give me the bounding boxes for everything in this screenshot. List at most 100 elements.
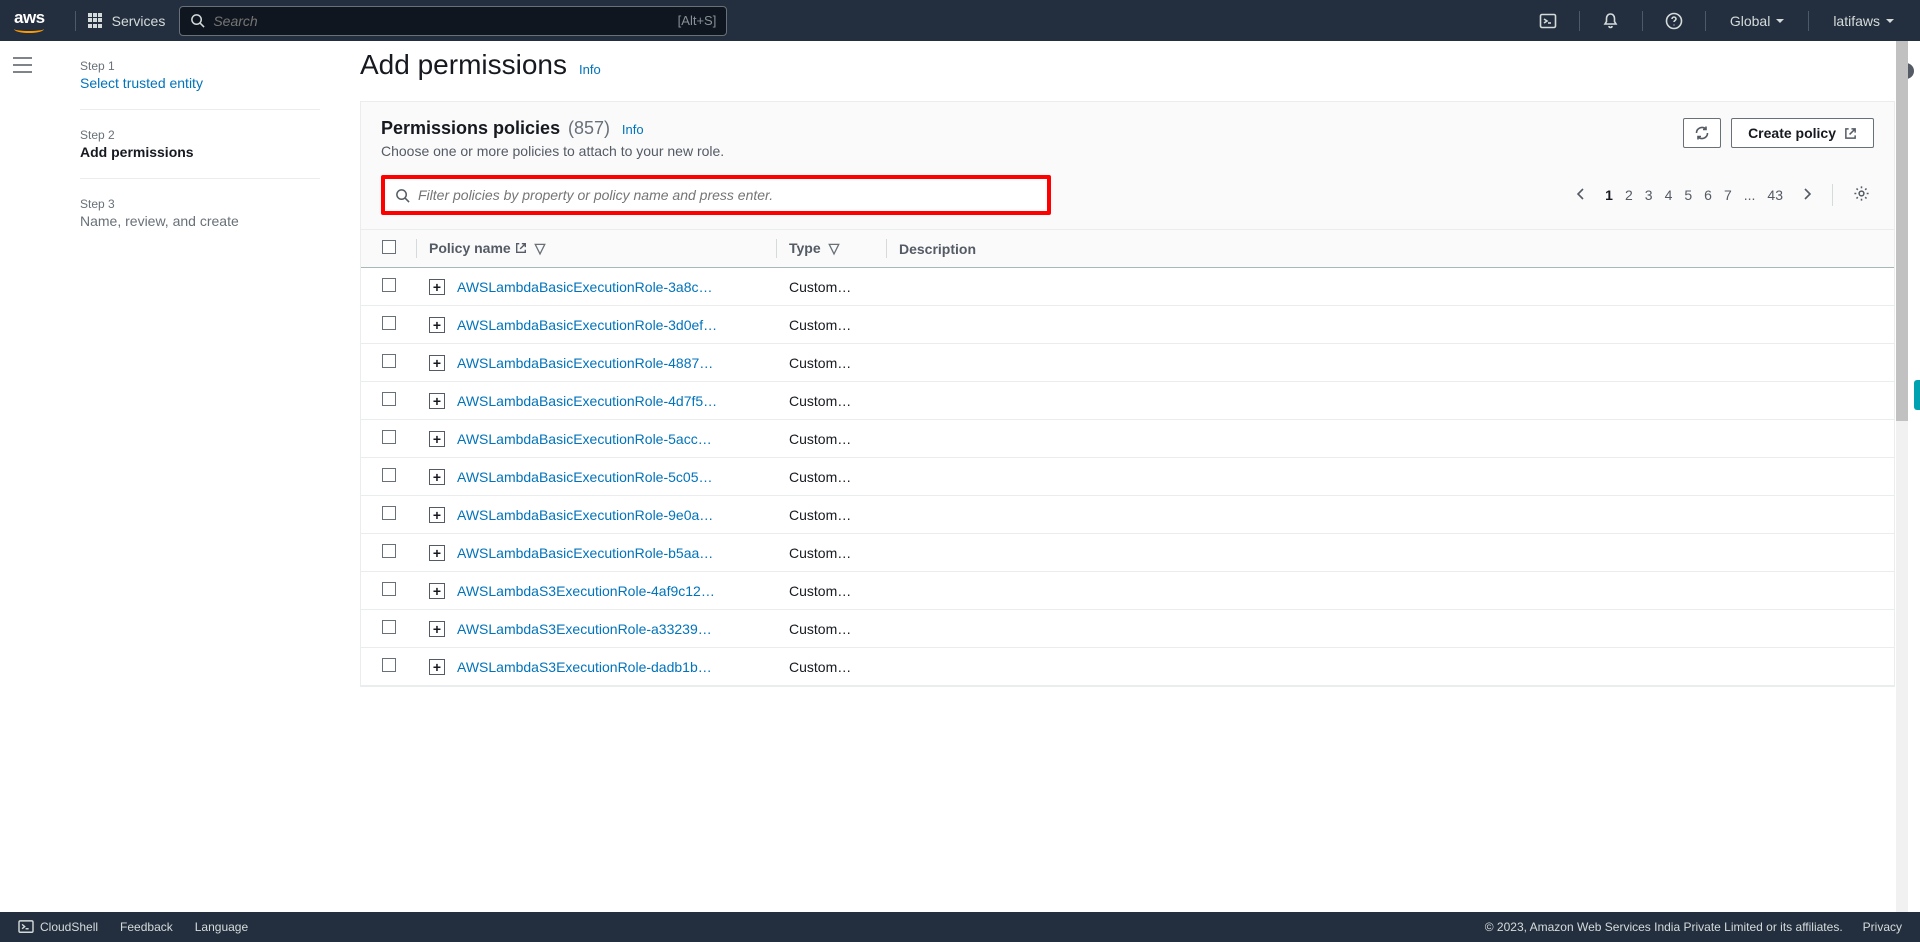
caret-down-icon — [1886, 19, 1894, 23]
policy-name-link[interactable]: AWSLambdaBasicExecutionRole-5acc… — [457, 431, 712, 447]
permissions-panel: Permissions policies (857) Info Choose o… — [360, 101, 1895, 687]
page-next[interactable] — [1799, 183, 1816, 208]
policy-name-link[interactable]: AWSLambdaBasicExecutionRole-4887… — [457, 355, 713, 371]
policy-name-link[interactable]: AWSLambdaBasicExecutionRole-4d7f5… — [457, 393, 717, 409]
page-prev[interactable] — [1572, 183, 1589, 208]
scrollbar-track[interactable] — [1896, 41, 1908, 912]
page-number[interactable]: 5 — [1678, 183, 1698, 207]
row-checkbox[interactable] — [382, 658, 396, 672]
account-menu[interactable]: latifaws — [1821, 0, 1906, 41]
info-link[interactable]: Info — [579, 62, 601, 77]
row-checkbox[interactable] — [382, 430, 396, 444]
column-policy-name[interactable]: Policy name ▽ — [417, 230, 777, 268]
policy-name-link[interactable]: AWSLambdaS3ExecutionRole-4af9c12… — [457, 583, 715, 599]
row-checkbox[interactable] — [382, 278, 396, 292]
notifications-button[interactable] — [1592, 0, 1630, 41]
step-title: Add permissions — [80, 144, 320, 160]
panel-header: Permissions policies (857) Info Choose o… — [361, 102, 1894, 159]
page-number[interactable]: 3 — [1639, 183, 1659, 207]
page-header: Add permissions Info — [360, 41, 1895, 101]
step-title[interactable]: Select trusted entity — [80, 75, 320, 91]
table-row: +AWSLambdaBasicExecutionRole-5c05…Custom… — [361, 458, 1894, 496]
content-area: Add permissions Info Permissions policie… — [360, 41, 1895, 912]
info-link[interactable]: Info — [622, 122, 644, 137]
refresh-button[interactable] — [1683, 118, 1721, 148]
expand-button[interactable]: + — [429, 545, 445, 561]
policy-type: Custom… — [777, 306, 887, 344]
column-description[interactable]: Description — [887, 230, 1894, 268]
nav-separator — [1642, 11, 1643, 31]
table-row: + AWSLambdaBasicExecutionRole-3d0ef… Custo… — [361, 306, 1894, 344]
scrollbar-thumb[interactable] — [1896, 41, 1908, 421]
page-number[interactable]: 6 — [1698, 183, 1718, 207]
policy-name-link[interactable]: AWSLambdaBasicExecutionRole-3a8c… — [457, 279, 713, 295]
feedback-link[interactable]: Feedback — [120, 920, 173, 934]
row-checkbox[interactable] — [382, 316, 396, 330]
row-checkbox[interactable] — [382, 506, 396, 520]
page-number[interactable]: 4 — [1659, 183, 1679, 207]
left-nav-toggle[interactable] — [12, 56, 36, 80]
gear-icon — [1853, 185, 1870, 202]
table-row: +AWSLambdaS3ExecutionRole-dadb1b…Custom… — [361, 648, 1894, 686]
expand-button[interactable]: + — [429, 469, 445, 485]
separator — [1832, 184, 1833, 206]
expand-button[interactable]: + — [429, 279, 445, 295]
feedback-tab[interactable] — [1914, 380, 1920, 410]
region-selector[interactable]: Global — [1718, 0, 1796, 41]
expand-button[interactable]: + — [429, 355, 445, 371]
row-checkbox[interactable] — [382, 392, 396, 406]
search-input[interactable] — [213, 13, 677, 29]
nav-separator — [1705, 11, 1706, 31]
expand-button[interactable]: + — [429, 507, 445, 523]
create-policy-button[interactable]: Create policy — [1731, 118, 1874, 148]
checkbox[interactable] — [382, 240, 396, 254]
row-checkbox[interactable] — [382, 354, 396, 368]
wizard-step-1[interactable]: Step 1 Select trusted entity — [80, 59, 320, 110]
cloudshell-link[interactable]: CloudShell — [18, 920, 98, 934]
main-container: Step 1 Select trusted entity Step 2 Add … — [40, 41, 1895, 912]
policy-name-link[interactable]: AWSLambdaS3ExecutionRole-dadb1b… — [457, 659, 712, 675]
page-number[interactable]: 7 — [1718, 183, 1738, 207]
policy-name-link[interactable]: AWSLambdaBasicExecutionRole-5c05… — [457, 469, 713, 485]
table-row: +AWSLambdaBasicExecutionRole-3a8c…Custom… — [361, 268, 1894, 306]
cloudshell-icon-button[interactable] — [1529, 0, 1567, 41]
policy-type: Custom… — [777, 610, 887, 648]
expand-button[interactable]: + — [429, 659, 445, 675]
row-checkbox[interactable] — [382, 468, 396, 482]
select-all-header[interactable] — [361, 230, 417, 268]
column-type[interactable]: Type▽ — [777, 230, 887, 268]
policy-name-link[interactable]: AWSLambdaBasicExecutionRole-9e0a… — [457, 507, 713, 523]
expand-button[interactable]: + — [429, 583, 445, 599]
expand-button[interactable]: + — [429, 431, 445, 447]
privacy-link[interactable]: Privacy — [1863, 920, 1902, 934]
step-label: Step 3 — [80, 197, 320, 211]
policy-name-link[interactable]: AWSLambdaBasicExecutionRole-3d0ef… — [457, 317, 717, 333]
settings-button[interactable] — [1849, 181, 1874, 209]
expand-button[interactable]: + — [429, 393, 445, 409]
row-checkbox[interactable] — [382, 620, 396, 634]
nav-separator — [75, 11, 76, 31]
filter-input[interactable] — [418, 187, 1037, 203]
services-menu[interactable]: Services — [88, 13, 166, 29]
expand-button[interactable]: + — [429, 621, 445, 637]
aws-logo[interactable]: aws — [14, 8, 45, 33]
policy-type: Custom… — [777, 420, 887, 458]
page-number[interactable]: 43 — [1761, 183, 1789, 207]
policy-description — [887, 572, 1894, 610]
language-link[interactable]: Language — [195, 920, 248, 934]
policy-description — [887, 648, 1894, 686]
policy-description — [887, 458, 1894, 496]
help-button[interactable] — [1655, 0, 1693, 41]
policy-name-link[interactable]: AWSLambdaS3ExecutionRole-a33239… — [457, 621, 712, 637]
row-checkbox[interactable] — [382, 582, 396, 596]
table-row: +AWSLambdaBasicExecutionRole-9e0a…Custom… — [361, 496, 1894, 534]
filter-box[interactable] — [381, 175, 1051, 215]
page-number[interactable]: 2 — [1619, 183, 1639, 207]
expand-button[interactable]: + — [429, 317, 445, 333]
refresh-icon — [1694, 125, 1710, 141]
page-number[interactable]: 1 — [1599, 183, 1619, 207]
global-search[interactable]: [Alt+S] — [179, 6, 727, 36]
row-checkbox[interactable] — [382, 544, 396, 558]
panel-subtitle: Choose one or more policies to attach to… — [381, 143, 1683, 159]
policy-name-link[interactable]: AWSLambdaBasicExecutionRole-b5aa… — [457, 545, 713, 561]
